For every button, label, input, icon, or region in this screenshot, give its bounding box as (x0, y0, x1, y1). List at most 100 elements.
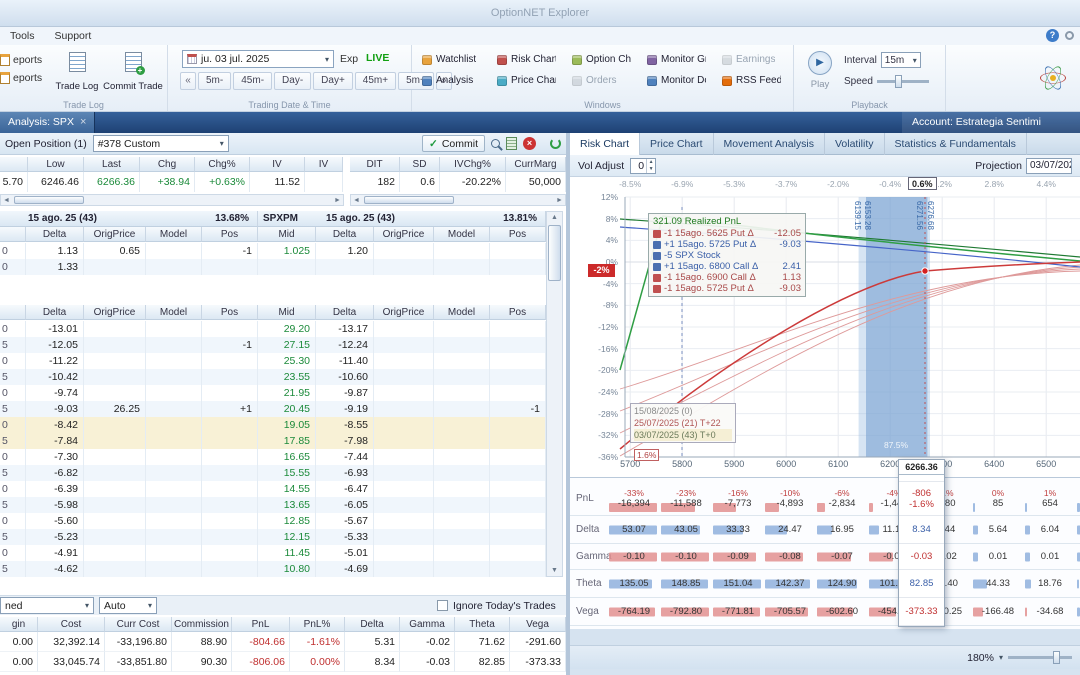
step-button-45m-[interactable]: 45m- (233, 72, 273, 90)
option-cell (434, 353, 490, 369)
card-gap (899, 475, 944, 482)
vol-adjust-stepper[interactable]: 0 ▲ ▼ (630, 157, 657, 174)
menu-item-support[interactable]: Support (45, 30, 102, 42)
option-row[interactable]: 5 -6.82 15.55 -6.93 (0, 465, 546, 481)
scroll-up-icon[interactable]: ▲ (551, 212, 558, 223)
option-row[interactable]: 5 -9.03 26.25 +1 20.45 -9.19 -1 (0, 401, 546, 417)
tab-analysis-spx[interactable]: Analysis: SPX × (0, 112, 96, 133)
tab-statistics-fundamentals[interactable]: Statistics & Fundamentals (885, 133, 1027, 155)
close-icon[interactable]: × (80, 112, 86, 133)
tab-movement-analysis[interactable]: Movement Analysis (714, 133, 825, 155)
option-row[interactable]: 5 -12.05 -1 27.15 -12.24 (0, 337, 546, 353)
commit-button[interactable]: ✓ Commit (422, 135, 485, 152)
window-button-analysis[interactable]: Analysis (416, 71, 487, 90)
scroll-down-icon[interactable]: ▼ (551, 565, 558, 576)
window-button-rss-feed[interactable]: RSS Feed (716, 71, 787, 90)
window-button-monitor-grid[interactable]: Monitor Grid (641, 50, 712, 69)
chain-vscrollbar[interactable]: ▲ ▼ (546, 211, 563, 577)
speed-slider-thumb[interactable] (894, 74, 902, 88)
stepper-arrows[interactable]: ▲ ▼ (646, 158, 655, 173)
option-row[interactable]: 0 1.33 (0, 259, 546, 275)
option-row[interactable]: 5 -10.42 23.55 -10.60 (0, 369, 546, 385)
scrollbar-thumb[interactable] (14, 196, 84, 204)
scroll-left-icon[interactable]: ◄ (1, 197, 12, 204)
tooltip-line: 15/08/2025 (0) (634, 406, 693, 416)
zoom-icon[interactable] (491, 139, 503, 151)
date-picker-field[interactable]: ju. 03 jul. 2025 ▾ (182, 50, 334, 68)
strategy-select[interactable]: #378 Custom ▾ (92, 135, 229, 152)
window-button-price-chart[interactable]: Price Chart (491, 71, 562, 90)
interval-select[interactable]: 15m ▾ (880, 52, 921, 68)
chevrons-left-icon[interactable]: « (180, 72, 196, 90)
menu-item-tools[interactable]: Tools (0, 30, 45, 42)
scrollbar-thumb[interactable] (548, 225, 561, 281)
commit-trade-button[interactable]: + Commit Trade (103, 49, 163, 95)
scrollbar-track[interactable] (12, 195, 332, 205)
play-button[interactable]: ▶ Play (802, 51, 838, 90)
option-row[interactable]: 0 -5.60 12.85 -5.67 (0, 513, 546, 529)
zoom-slider-thumb[interactable] (1052, 651, 1060, 664)
quote-hscrollbar[interactable]: ◄ ► (0, 194, 344, 206)
trade-log-button[interactable]: Trade Log (48, 49, 106, 95)
scrollbar-thumb[interactable] (364, 196, 454, 204)
mid-cell: 16.65 (258, 449, 316, 465)
option-row[interactable]: 5 -4.62 10.80 -4.69 (0, 561, 546, 577)
option-row[interactable]: 5 -5.98 13.65 -6.05 (0, 497, 546, 513)
trade-book-icon[interactable] (506, 137, 517, 150)
refresh-icon[interactable] (550, 138, 561, 149)
tab-risk-chart[interactable]: Risk Chart (570, 133, 641, 155)
window-button-risk-chart[interactable]: Risk Chart (491, 50, 562, 69)
option-cell (490, 497, 546, 513)
auto-select[interactable]: Auto ▾ (99, 597, 157, 614)
scrollbar-track[interactable] (362, 195, 554, 205)
tab-volatility[interactable]: Volatility (825, 133, 885, 155)
pin-icon[interactable] (1065, 31, 1074, 40)
scroll-right-icon[interactable]: ► (332, 197, 343, 204)
step-button-5m-[interactable]: 5m- (198, 72, 232, 90)
step-down-icon[interactable]: ▼ (647, 166, 655, 173)
option-row[interactable]: 0 -6.39 14.55 -6.47 (0, 481, 546, 497)
step-button-day-[interactable]: Day+ (313, 72, 353, 90)
option-row[interactable]: 0 -7.30 16.65 -7.44 (0, 449, 546, 465)
option-row[interactable]: 0 1.13 0.65 -1 1.025 1.20 (0, 243, 546, 259)
summary-cell: -33,196.80 (105, 632, 172, 652)
menubar-right: ? (1046, 29, 1074, 42)
speed-slider[interactable] (876, 74, 929, 88)
option-row[interactable]: 0 -11.22 25.30 -11.40 (0, 353, 546, 369)
expiry-header-left: 15 ago. 25 (43) 13.68% (0, 211, 258, 227)
option-row[interactable]: 5 -5.23 12.15 -5.33 (0, 529, 546, 545)
option-row[interactable]: 0 -13.01 29.20 -13.17 (0, 321, 546, 337)
scroll-left-icon[interactable]: ◄ (351, 197, 362, 204)
window-button-label: Option Chain (586, 54, 631, 65)
quote-hscrollbar-2[interactable]: ◄ ► (350, 194, 566, 206)
step-button-day-[interactable]: Day- (274, 72, 312, 90)
tab-price-chart[interactable]: Price Chart (640, 133, 714, 155)
grid-cell: 0.02 (1076, 544, 1080, 569)
option-row[interactable]: 0 -8.42 19.05 -8.55 (0, 417, 546, 433)
grid-value: -0.07 (831, 551, 853, 562)
quote-value: 0.6 (400, 172, 440, 192)
ribbon-group-label: Trade Log (63, 100, 104, 110)
pnl-axis-label: -12% (598, 322, 618, 332)
reports-button-2[interactable]: eports (0, 69, 46, 87)
projection-date-field[interactable]: 03/07/2025 (1026, 157, 1072, 174)
close-position-icon[interactable]: × (523, 137, 536, 150)
risk-chart: 0.6% -2% 87.5% 321.09 Realized PnL -1 15… (570, 177, 1080, 477)
reports-button-1[interactable]: eports (0, 51, 46, 69)
option-row[interactable]: 5 -7.84 17.85 -7.98 (0, 433, 546, 449)
window-button-monitor-dock[interactable]: Monitor Dock (641, 71, 712, 90)
step-up-icon[interactable]: ▲ (647, 159, 655, 166)
ignore-trades-checkbox[interactable] (437, 600, 448, 611)
option-cell (202, 369, 258, 385)
window-button-watchlist[interactable]: Watchlist (416, 50, 487, 69)
scroll-right-icon[interactable]: ► (554, 197, 565, 204)
group-mode-select[interactable]: ned ▾ (0, 597, 94, 614)
option-row[interactable]: 0 -4.91 11.45 -5.01 (0, 545, 546, 561)
step-button-45m-[interactable]: 45m+ (354, 72, 397, 90)
option-row[interactable]: 0 -9.74 21.95 -9.87 (0, 385, 546, 401)
window-button-option-chain[interactable]: Option Chain (566, 50, 637, 69)
scrollbar-track[interactable] (547, 223, 562, 565)
zoom-slider[interactable] (1008, 651, 1072, 664)
help-icon[interactable]: ? (1046, 29, 1059, 42)
grid-value: 18.76 (1038, 578, 1062, 589)
